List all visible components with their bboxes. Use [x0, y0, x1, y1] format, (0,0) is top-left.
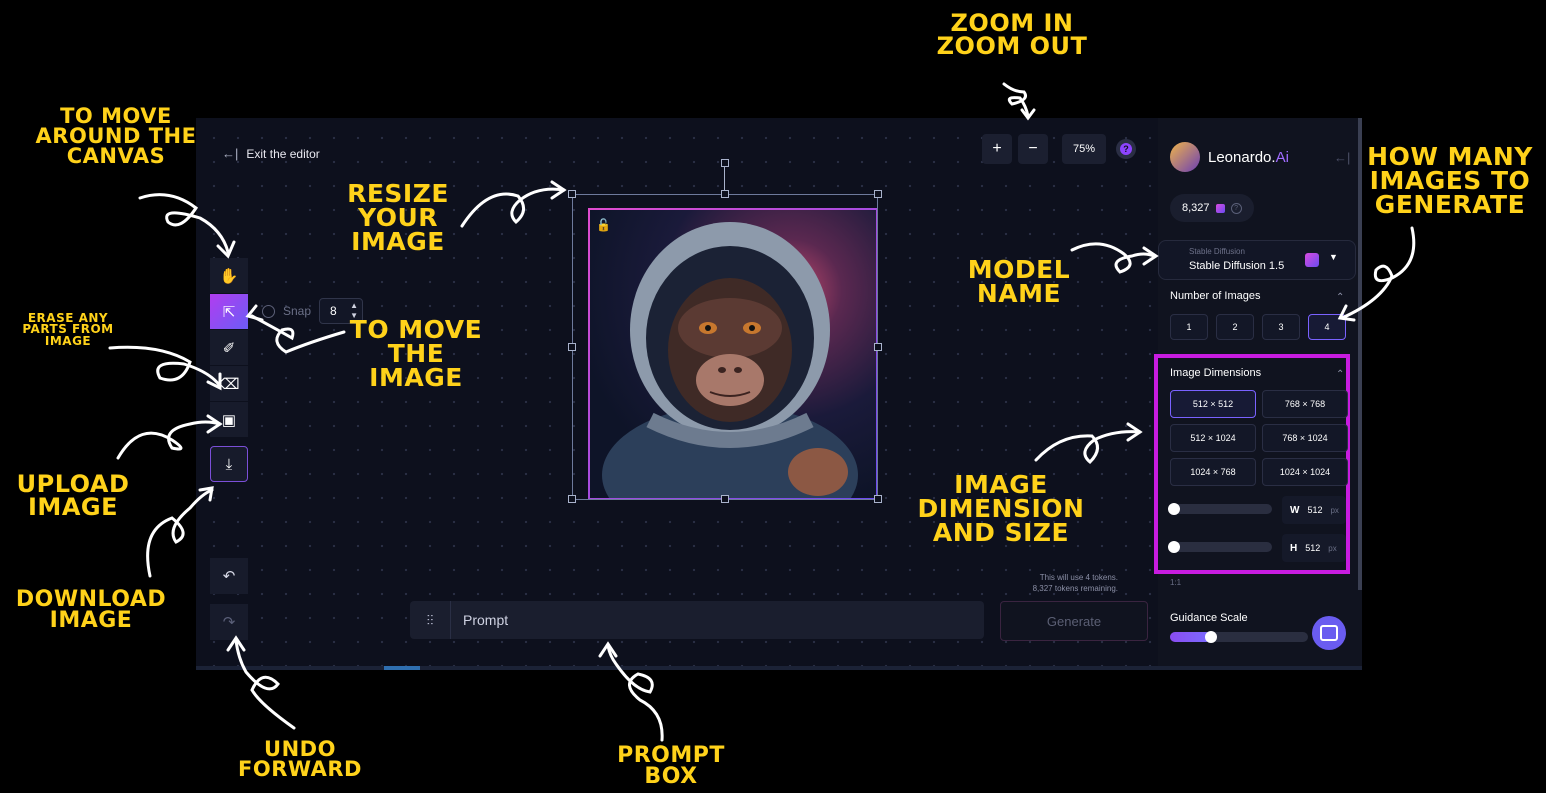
arrow-move-canvas	[138, 193, 230, 254]
arrow-dimension	[1034, 430, 1142, 465]
arrow-resize	[460, 187, 566, 228]
arrow-prompt	[606, 644, 664, 742]
arrow-move-image-head	[245, 304, 264, 322]
arrow-upload	[116, 420, 222, 460]
arrow-undo	[234, 638, 296, 730]
arrow-erase	[108, 345, 222, 388]
arrow-how-many	[1340, 226, 1416, 320]
arrow-download	[146, 488, 214, 578]
annotation-arrows	[108, 82, 1416, 742]
arrow-move-image	[250, 314, 346, 354]
arrow-model	[1070, 242, 1156, 274]
